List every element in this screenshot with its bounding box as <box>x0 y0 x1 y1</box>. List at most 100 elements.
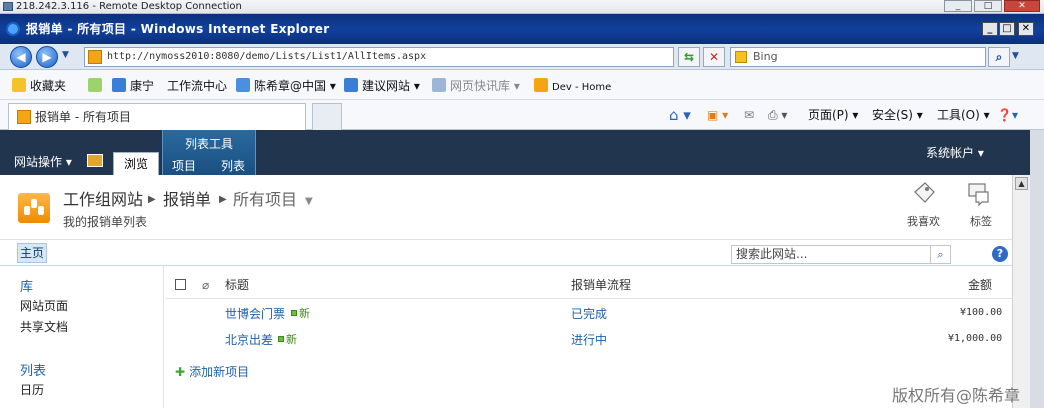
maximize-button[interactable]: □ <box>999 22 1015 36</box>
quicklaunch-lists-heading[interactable]: 列表 <box>20 360 46 379</box>
forward-button[interactable]: ▶ <box>36 46 58 68</box>
list-tools-label: 列表工具 <box>185 137 234 151</box>
url-input[interactable]: http://nymoss2010:8080/demo/Lists/List1/… <box>84 47 674 67</box>
back-button[interactable]: ◀ <box>10 46 32 68</box>
attachment-icon: ⌀ <box>202 278 210 292</box>
ie-page-icon <box>344 78 358 92</box>
site-actions-menu[interactable]: 网站操作 ▾ <box>14 154 72 170</box>
search-placeholder: Bing <box>753 50 778 63</box>
tab-items[interactable]: 项目 <box>172 158 196 174</box>
address-toolbar: ◀ ▶ ▼ http://nymoss2010:8080/demo/Lists/… <box>0 44 1044 70</box>
header-divider <box>166 298 1012 299</box>
search-icon[interactable]: ⌕ <box>988 47 1010 67</box>
new-tab-button[interactable] <box>312 103 342 130</box>
row-2-title-link[interactable]: 北京出差 <box>225 331 273 348</box>
row-1-workflow-status[interactable]: 已完成 <box>571 305 607 322</box>
scroll-up-arrow-icon[interactable]: ▲ <box>1015 177 1028 190</box>
search-input[interactable]: Bing <box>730 47 986 67</box>
help-icon[interactable]: ? <box>992 246 1008 262</box>
close-button[interactable]: ✕ <box>1018 22 1034 36</box>
row-1-amount: ¥100.00 <box>960 307 1003 318</box>
tags-label[interactable]: 标签 <box>970 213 992 229</box>
rdp-close-button[interactable]: ✕ <box>1004 0 1040 12</box>
ie-page-icon <box>112 78 126 92</box>
breadcrumb-site[interactable]: 工作组网站 <box>63 190 143 210</box>
breadcrumb-view[interactable]: 所有项目 <box>233 190 297 210</box>
i-like-it-icon[interactable] <box>911 180 937 206</box>
page-menu[interactable]: 页面(P) ▾ <box>808 107 858 123</box>
feeds-icon[interactable]: ▣ ▾ <box>707 107 728 123</box>
add-new-item-link[interactable]: ✚ 添加新项目 <box>175 363 249 380</box>
home-icon[interactable]: ⌂ ▾ <box>669 107 691 123</box>
tags-notes-icon[interactable] <box>966 180 992 206</box>
recent-pages-dropdown-icon[interactable]: ▼ <box>62 50 69 60</box>
breadcrumb-list[interactable]: 报销单 <box>163 190 211 210</box>
window-frame <box>1030 130 1044 408</box>
tools-menu[interactable]: 工具(O) ▾ <box>937 107 990 123</box>
refresh-icon[interactable]: ⇆ <box>678 47 700 67</box>
quicklaunch-item-calendar[interactable]: 日历 <box>20 381 44 398</box>
column-amount[interactable]: 金额 <box>968 278 992 292</box>
select-all-checkbox[interactable] <box>175 279 186 290</box>
fav-item-web-slice-gallery[interactable]: 网页快讯库 ▾ <box>432 78 520 94</box>
tab-list[interactable]: 列表 <box>221 158 245 174</box>
fav-item-workflow-center[interactable]: 工作流中心 <box>167 78 227 94</box>
column-workflow[interactable]: 报销单流程 <box>571 278 631 292</box>
fav-item-suggested-sites[interactable]: 建议网站 ▾ <box>344 78 420 94</box>
rdp-maximize-button[interactable]: □ <box>974 0 1002 12</box>
print-icon[interactable]: ⎙ ▾ <box>768 107 787 123</box>
sharepoint-favicon-icon <box>17 110 31 124</box>
msn-icon <box>236 78 250 92</box>
fav-item-dev-home[interactable]: Dev - Home <box>534 78 611 94</box>
breadcrumb-separator-icon: ▶ <box>148 194 156 205</box>
user-menu[interactable]: 系统帐户 ▾ <box>926 145 984 161</box>
tab-browse[interactable]: 浏览 <box>113 152 159 175</box>
list-description: 我的报销单列表 <box>63 215 148 229</box>
navigate-up-icon[interactable] <box>87 154 103 167</box>
page-title-area <box>0 175 1012 240</box>
rdp-title: 218.242.3.116 - Remote Desktop Connectio… <box>16 1 242 12</box>
add-favorite-icon[interactable] <box>88 78 106 94</box>
favorites-button[interactable]: 收藏夹 <box>12 78 66 94</box>
quicklaunch-item-site-pages[interactable]: 网站页面 <box>20 297 68 314</box>
fav-item-chenxizhang[interactable]: 陈希章@中国 ▾ <box>236 78 336 94</box>
column-title[interactable]: 标题 <box>225 278 249 292</box>
i-like-it-label[interactable]: 我喜欢 <box>907 213 940 229</box>
plus-icon: ✚ <box>175 365 186 379</box>
site-search-input[interactable]: 搜索此网站... <box>731 245 931 264</box>
minimize-button[interactable]: _ <box>982 22 998 36</box>
mail-icon[interactable]: ✉ <box>744 107 754 123</box>
sharepoint-favicon-icon <box>88 50 102 64</box>
fav-item-kangning[interactable]: 康宁 <box>112 78 154 94</box>
quicklaunch-libraries-heading[interactable]: 库 <box>20 276 33 295</box>
ie-page-icon <box>432 78 446 92</box>
vertical-scrollbar[interactable]: ▲ <box>1012 175 1030 408</box>
row-1-title-link[interactable]: 世博会门票 <box>225 305 285 322</box>
rdp-icon <box>3 2 13 11</box>
site-logo-icon <box>18 193 50 223</box>
url-text: http://nymoss2010:8080/demo/Lists/List1/… <box>107 51 427 62</box>
tab-current[interactable]: 报销单 - 所有项目 <box>8 103 306 130</box>
rdp-minimize-button[interactable]: _ <box>944 0 972 12</box>
star-icon <box>12 78 26 92</box>
tab-title: 报销单 - 所有项目 <box>35 110 131 124</box>
breadcrumb-separator-icon: ▶ <box>219 194 227 205</box>
quicklaunch-item-shared-docs[interactable]: 共享文档 <box>20 318 68 335</box>
rdp-title-bar: 218.242.3.116 - Remote Desktop Connectio… <box>0 0 1044 14</box>
view-dropdown-icon[interactable]: ▼ <box>305 196 313 207</box>
safety-menu[interactable]: 安全(S) ▾ <box>872 107 923 123</box>
sharepoint-favicon-icon <box>534 78 548 92</box>
bing-icon <box>735 51 747 63</box>
help-menu-icon[interactable]: ❓▾ <box>997 107 1018 123</box>
topnav-home-tab[interactable]: 主页 <box>17 243 47 263</box>
stop-icon[interactable]: ✕ <box>703 47 725 67</box>
ie-title-bar: 报销单 - 所有项目 - Windows Internet Explorer _… <box>0 14 1044 44</box>
copyright-watermark: 版权所有@陈希章 <box>892 386 1021 405</box>
row-2-amount: ¥1,000.00 <box>948 333 1003 344</box>
search-options-icon[interactable]: ▼ <box>1012 51 1019 61</box>
row-2-workflow-status[interactable]: 进行中 <box>571 331 607 348</box>
search-icon[interactable]: ⌕ <box>931 245 951 264</box>
favorites-bar: 收藏夹 康宁 工作流中心 陈希章@中国 ▾ 建议网站 ▾ 网页快讯库 ▾ Dev… <box>0 70 1044 100</box>
row-2-new-badge: 新 <box>278 331 297 347</box>
ie-logo-icon <box>6 22 20 36</box>
